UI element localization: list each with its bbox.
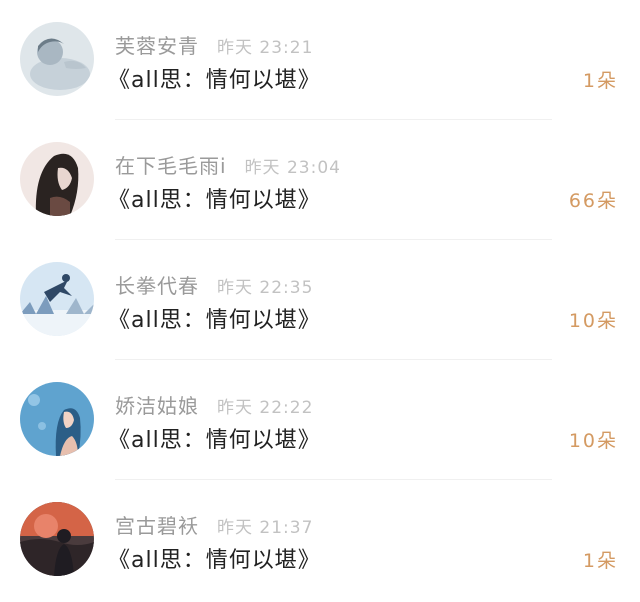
sender-name[interactable]: 长拳代春 [115,270,199,299]
avatar[interactable] [20,22,94,96]
timestamp: 昨天 23:21 [217,38,314,58]
avatar[interactable] [20,262,94,336]
work-title[interactable]: 《all思：情何以堪》 [108,182,321,214]
work-title[interactable]: 《all思：情何以堪》 [108,542,321,574]
sender-name[interactable]: 娇洁姑娘 [115,390,199,419]
gift-amount: 10朵 [568,430,618,452]
gift-amount: 10朵 [568,310,618,332]
timestamp: 昨天 22:22 [217,398,314,418]
sender-name[interactable]: 宫古碧袄 [115,510,199,539]
avatar[interactable] [20,142,94,216]
list-item[interactable]: 芙蓉安青 昨天 23:21 《all思：情何以堪》 1朵 [0,0,640,120]
winter-jump-avatar-icon [20,262,94,336]
sender-name[interactable]: 在下毛毛雨i [115,150,227,179]
work-title[interactable]: 《all思：情何以堪》 [108,422,321,454]
list-item[interactable]: 娇洁姑娘 昨天 22:22 《all思：情何以堪》 10朵 [0,360,640,480]
avatar[interactable] [20,382,94,456]
gift-list: 芙蓉安青 昨天 23:21 《all思：情何以堪》 1朵 在下毛毛雨i 昨天 2… [0,0,640,602]
list-item[interactable]: 长拳代春 昨天 22:35 《all思：情何以堪》 10朵 [0,240,640,360]
list-item[interactable]: 在下毛毛雨i 昨天 23:04 《all思：情何以堪》 66朵 [0,120,640,240]
timestamp: 昨天 21:37 [217,518,314,538]
sender-name[interactable]: 芙蓉安青 [115,30,199,59]
work-title[interactable]: 《all思：情何以堪》 [108,302,321,334]
work-title[interactable]: 《all思：情何以堪》 [108,62,321,94]
gift-amount: 1朵 [582,70,618,92]
girl-blue-avatar-icon [20,382,94,456]
list-item[interactable]: 宫古碧袄 昨天 21:37 《all思：情何以堪》 1朵 [0,480,640,600]
timestamp: 昨天 22:35 [217,278,314,298]
sleeping-boy-avatar-icon [20,22,94,96]
timestamp: 昨天 23:04 [244,158,341,178]
gift-amount: 66朵 [568,190,618,212]
avatar[interactable] [20,502,94,576]
sunset-figure-avatar-icon [20,502,94,576]
long-hair-boy-avatar-icon [20,142,94,216]
gift-amount: 1朵 [582,550,618,572]
